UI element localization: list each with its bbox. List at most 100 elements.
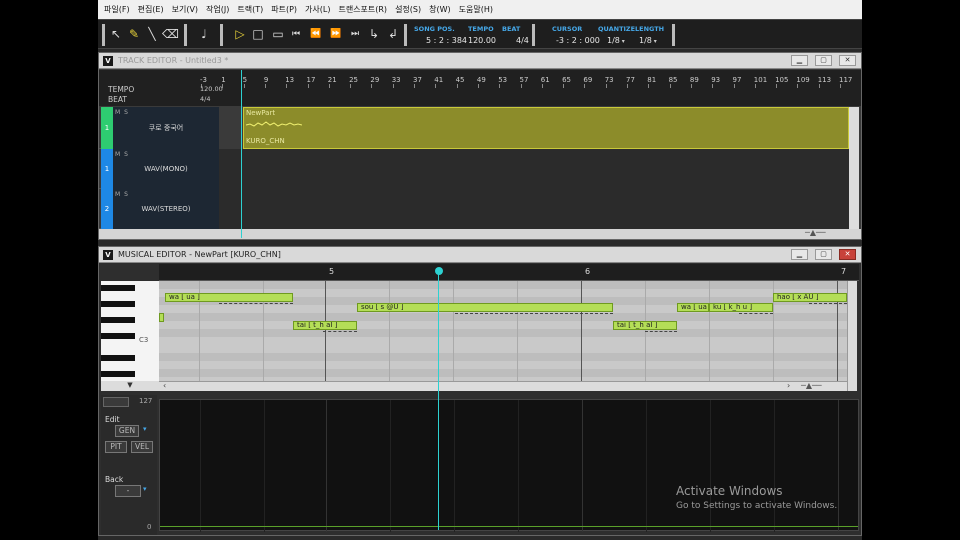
note-block[interactable]: hao [ x AU ]	[773, 293, 847, 302]
piano-black-key[interactable]	[101, 317, 135, 323]
quantize-dropdown[interactable]: 1/8	[607, 36, 625, 45]
tempo-value[interactable]: 120.00	[468, 36, 496, 45]
song-pos-value[interactable]: 5 : 2 : 384	[426, 36, 467, 45]
musical-editor-titlebar[interactable]: V MUSICAL EDITOR - NewPart [KURO_CHN] ▁ …	[99, 247, 861, 263]
zoom-slider[interactable]: ─▲──	[805, 228, 826, 237]
zoom-slider[interactable]: ─▲──	[801, 381, 822, 390]
roll-vscroll[interactable]	[847, 281, 857, 391]
track-hscroll[interactable]: ─▲──	[99, 228, 861, 239]
ctrl-top-box[interactable]	[103, 397, 129, 407]
track-editor-titlebar[interactable]: V TRACK EDITOR - Untitled3 * ▁ ▢ ✕	[99, 53, 861, 69]
toolbar-grip[interactable]	[672, 24, 675, 46]
length-dropdown[interactable]: 1/8	[639, 36, 657, 45]
pencil-tool-icon[interactable]: ✎	[126, 26, 142, 42]
back-dropdown-arrow-icon[interactable]: ▾	[143, 485, 147, 493]
track-vscroll[interactable]	[849, 107, 859, 229]
mute-solo-buttons[interactable]: M S	[115, 191, 129, 198]
note-block[interactable]: wa [ ua ]	[165, 293, 293, 302]
toolbar-grip[interactable]	[220, 24, 223, 46]
maximize-button[interactable]: ▢	[815, 55, 832, 66]
toolbar-grip[interactable]	[102, 24, 105, 46]
beat-row-value[interactable]: 4/4	[200, 95, 210, 103]
toolbar-grip[interactable]	[184, 24, 187, 46]
app-logo-icon: V	[103, 250, 113, 260]
piano-keyboard[interactable]: C3	[101, 281, 159, 381]
menu-job[interactable]: 작업(J)	[202, 4, 233, 15]
minimize-button[interactable]: ▁	[791, 249, 808, 260]
mute-solo-buttons[interactable]: M S	[115, 151, 129, 158]
maximize-button[interactable]: ▢	[815, 249, 832, 260]
track-lane[interactable]	[219, 149, 849, 189]
line-tool-icon[interactable]: ╲	[144, 26, 160, 42]
roll-hscroll[interactable]: ‹ › ─▲──	[159, 381, 847, 391]
note-block[interactable]: wa [ ua ]	[677, 303, 709, 312]
track-header[interactable]: M S WAV(MONO)	[113, 149, 219, 189]
track-name: WAV(MONO)	[144, 165, 188, 173]
menu-edit[interactable]: 편집(E)	[134, 4, 168, 15]
track-lane[interactable]	[219, 189, 849, 229]
menu-help[interactable]: 도움말(H)	[455, 4, 497, 15]
menu-window[interactable]: 창(W)	[425, 4, 455, 15]
tempo-row-value[interactable]: 120.00	[200, 85, 223, 93]
stop-icon[interactable]: □	[250, 26, 266, 42]
close-button[interactable]: ✕	[839, 249, 856, 260]
menu-settings[interactable]: 설정(S)	[391, 4, 425, 15]
track-lane[interactable]: NewPart KURO_CHN	[219, 107, 849, 149]
menu-part[interactable]: 파트(P)	[267, 4, 301, 15]
piano-black-key[interactable]	[101, 301, 135, 307]
eraser-tool-icon[interactable]: ⌫	[162, 26, 179, 42]
toolbar-grip[interactable]	[532, 24, 535, 46]
note-block[interactable]: sou [ s @U ]	[357, 303, 613, 312]
scroll-left-icon[interactable]: ‹	[163, 381, 166, 390]
mute-solo-buttons[interactable]: M S	[115, 109, 129, 116]
note-partial[interactable]	[159, 313, 164, 322]
piano-black-key[interactable]	[101, 355, 135, 361]
play-icon[interactable]: ▷	[232, 26, 248, 42]
go-to-start-icon[interactable]: ⏮	[288, 26, 304, 42]
track-row-vocal[interactable]: 1 M S 쿠로 중국어 NewPart KURO_CHN	[99, 107, 849, 149]
note-block[interactable]: ku [ k_h u ]	[709, 303, 773, 312]
playhead-handle[interactable]	[435, 267, 443, 275]
gen-dropdown-arrow-icon[interactable]: ▾	[143, 425, 147, 433]
menu-transport[interactable]: 트랜스포트(R)	[334, 4, 391, 15]
note-block[interactable]: tai [ t_h aI ]	[613, 321, 677, 330]
piano-black-key[interactable]	[101, 333, 135, 339]
gen-dropdown[interactable]: GEN	[115, 425, 139, 437]
menu-track[interactable]: 트랙(T)	[233, 4, 267, 15]
close-button[interactable]: ✕	[839, 55, 856, 66]
part-block[interactable]: NewPart KURO_CHN	[243, 107, 849, 149]
beat-value[interactable]: 4/4	[516, 36, 529, 45]
menu-view[interactable]: 보기(V)	[168, 4, 202, 15]
rewind-icon[interactable]: ⏪	[308, 26, 324, 42]
control-track-area[interactable]	[159, 399, 859, 532]
toolbar-grip[interactable]	[404, 24, 407, 46]
note-block[interactable]: tai [ t_h aI ]	[293, 321, 357, 330]
loop-icon[interactable]: ▭	[270, 26, 286, 42]
ruler-tick	[477, 84, 479, 88]
track-header[interactable]: M S WAV(STEREO)	[113, 189, 219, 229]
piano-black-key[interactable]	[101, 285, 135, 291]
track-row-wav-mono[interactable]: 1 M S WAV(MONO)	[99, 149, 849, 189]
arrow-tool-icon[interactable]: ↖	[108, 26, 124, 42]
cursor-value[interactable]: -3 : 2 : 000	[556, 36, 600, 45]
ruler-measure-number: 57	[519, 76, 529, 84]
piano-black-key[interactable]	[101, 371, 135, 377]
punch-out-icon[interactable]: ↲	[385, 26, 401, 42]
track-ruler[interactable]: -3 1 5 9 13 17 21 25 29 33 37 41 45 49 53 57 61 65 69 73 77 8…	[99, 70, 861, 106]
back-dropdown[interactable]: -	[115, 485, 141, 497]
menu-file[interactable]: 파일(F)	[100, 4, 134, 15]
pit-button[interactable]: PIT	[105, 441, 127, 453]
fast-forward-icon[interactable]: ⏩	[328, 26, 344, 42]
go-to-end-icon[interactable]: ⏭	[347, 26, 363, 42]
metronome-icon[interactable]: ♩	[196, 26, 212, 42]
menu-lyrics[interactable]: 가사(L)	[301, 4, 334, 15]
piano-roll[interactable]: wa [ ua ] tai [ t_h aI ] sou [ s @U ] ta…	[159, 281, 847, 381]
minimize-button[interactable]: ▁	[791, 55, 808, 66]
musical-ruler[interactable]: 5 6 7	[159, 264, 859, 281]
track-row-wav-stereo[interactable]: 2 M S WAV(STEREO)	[99, 189, 849, 229]
piano-scroll-down-icon[interactable]: ▼	[101, 381, 159, 391]
scroll-right-icon[interactable]: ›	[787, 381, 790, 390]
punch-in-icon[interactable]: ↳	[366, 26, 382, 42]
track-header[interactable]: M S 쿠로 중국어	[113, 107, 219, 149]
vel-button[interactable]: VEL	[131, 441, 153, 453]
